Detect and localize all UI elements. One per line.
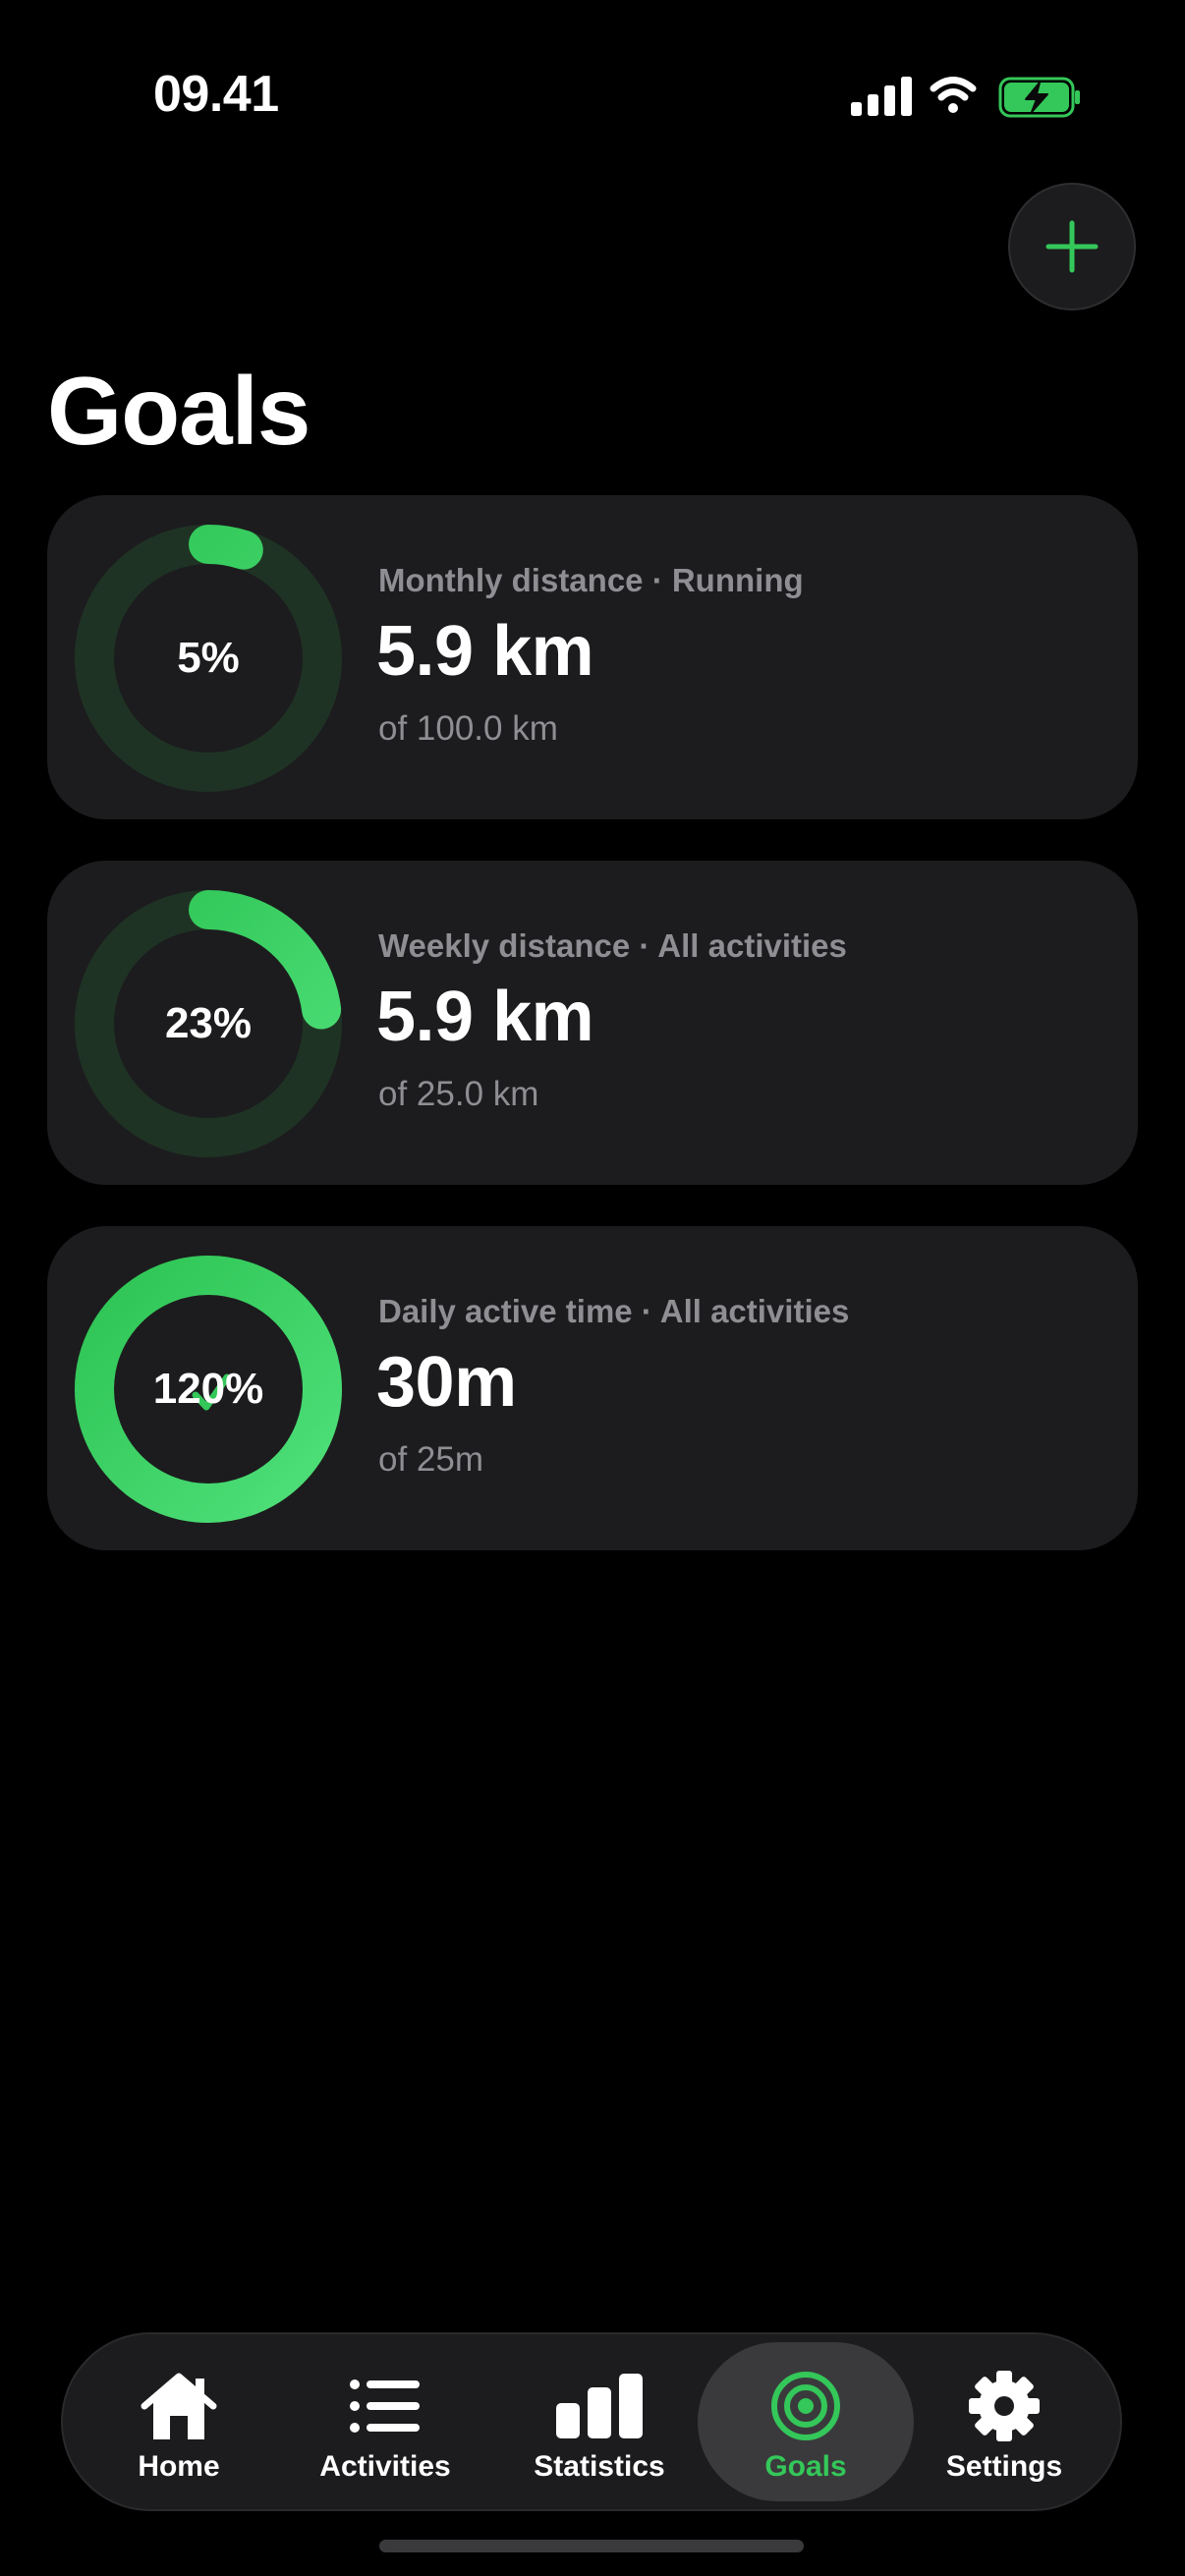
goal-subtitle: Weekly distance · All activities (378, 927, 847, 964)
goal-target: of 25.0 km (378, 1075, 539, 1113)
goal-percent: 23% (164, 999, 253, 1047)
goal-percent: 120% (152, 1365, 264, 1413)
goal-card[interactable]: 23% Weekly distance · All activities 5.9 k… (47, 861, 1138, 1185)
goal-value: 5.9 km (376, 978, 594, 1056)
status-time: 09.41 (153, 66, 279, 123)
tab-statistics[interactable]: Statistics (501, 2342, 698, 2501)
plus-icon (1045, 220, 1099, 273)
tab-label: Statistics (534, 2450, 665, 2483)
battery-charging-icon (998, 77, 1080, 118)
gear-icon (969, 2371, 1040, 2441)
tab-label: Settings (945, 2450, 1063, 2483)
list-icon (350, 2380, 420, 2433)
house-icon (141, 2373, 217, 2439)
tab-home[interactable]: Home (81, 2342, 277, 2501)
goal-card[interactable]: 120% Daily active time · All activities 30… (47, 1226, 1138, 1550)
cellular-signal-icon (851, 77, 912, 116)
wifi-icon (930, 77, 977, 113)
bar-chart-icon (556, 2374, 643, 2438)
goal-value: 5.9 km (376, 612, 594, 691)
add-goal-button[interactable] (1008, 183, 1136, 310)
goal-subtitle: Daily active time · All activities (378, 1293, 850, 1329)
home-indicator (379, 2540, 804, 2552)
goal-target: of 100.0 km (378, 709, 558, 748)
goal-card[interactable]: 5% Monthly distance · Running 5.9 km of 100… (47, 495, 1138, 819)
tab-label: Home (138, 2450, 220, 2483)
tab-label: Goals (764, 2450, 847, 2483)
tab-goals[interactable]: Goals (698, 2342, 914, 2501)
tab-bar: Home Activities Statistics Goals Setting… (61, 2332, 1122, 2511)
goal-percent: 5% (177, 634, 240, 682)
tab-activities[interactable]: Activities (287, 2342, 483, 2501)
tab-label: Activities (319, 2450, 451, 2483)
goal-subtitle: Monthly distance · Running (378, 562, 804, 598)
goal-value: 30m (376, 1343, 517, 1422)
page-title: Goals (47, 357, 310, 465)
status-icons (851, 77, 1080, 118)
target-icon (771, 2372, 840, 2440)
tab-settings[interactable]: Settings (906, 2342, 1102, 2501)
goal-target: of 25m (378, 1440, 483, 1479)
